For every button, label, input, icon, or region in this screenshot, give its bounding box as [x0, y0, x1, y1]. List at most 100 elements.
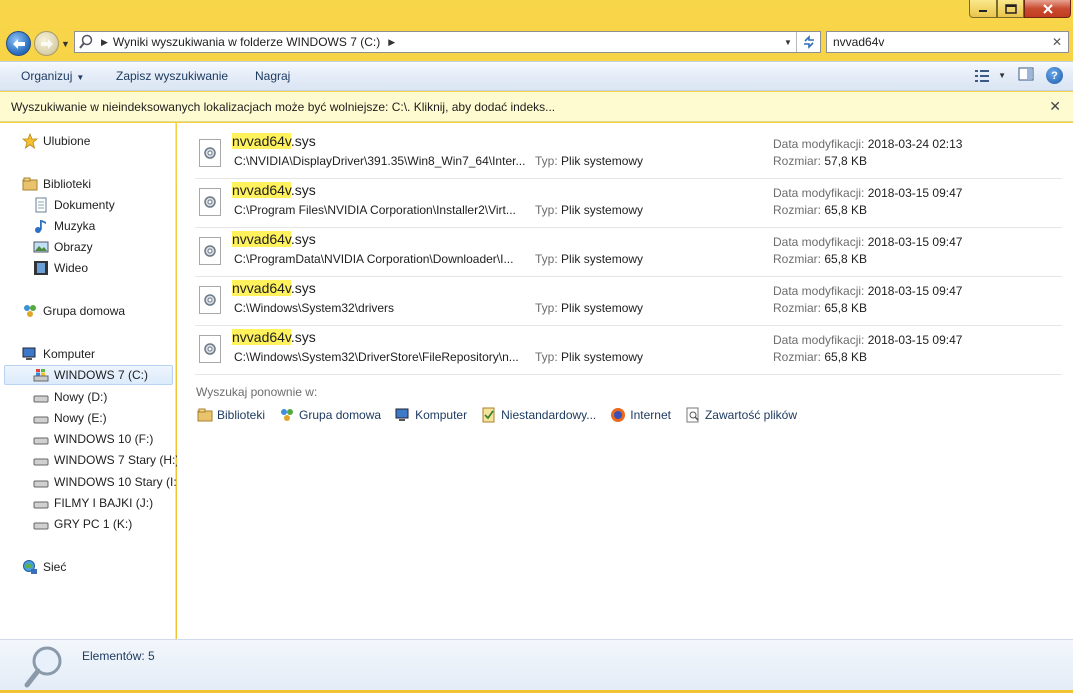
- preview-pane-button[interactable]: [1018, 67, 1034, 84]
- search-results-pane: nvvad64v.sys C:\NVIDIA\DisplayDriver\391.…: [177, 123, 1073, 639]
- nav-drive-e[interactable]: Nowy (E:): [33, 408, 107, 428]
- burn-button[interactable]: Nagraj: [255, 69, 290, 83]
- info-bar-close-icon[interactable]: ✕: [1049, 98, 1061, 115]
- nav-computer-label: Komputer: [43, 347, 96, 361]
- close-icon: [1042, 3, 1053, 14]
- file-size-value: 57,8 KB: [824, 154, 868, 168]
- nav-drive-c-label: WINDOWS 7 (C:): [54, 368, 148, 382]
- star-icon: [22, 133, 38, 149]
- file-size-value: 65,8 KB: [824, 252, 868, 266]
- file-name-match: nvvad64v: [232, 280, 291, 296]
- drive-icon: [33, 410, 49, 426]
- search-again-custom[interactable]: Niestandardowy...: [481, 407, 596, 423]
- search-again-file-contents[interactable]: Zawartość plików: [685, 407, 797, 423]
- recent-pages-dropdown[interactable]: ▼: [61, 39, 70, 49]
- nav-drive-j[interactable]: FILMY I BAJKI (J:): [33, 493, 153, 513]
- search-again-custom-label: Niestandardowy...: [501, 408, 597, 422]
- organize-button[interactable]: Organizuj ▼: [21, 69, 84, 83]
- clear-search-icon[interactable]: ✕: [1052, 35, 1062, 49]
- caption-buttons: [969, 0, 1071, 18]
- size-label: Rozmiar:: [773, 252, 822, 266]
- homegroup-icon: [279, 407, 295, 423]
- refresh-button[interactable]: [796, 32, 820, 52]
- file-contents-icon: [685, 407, 701, 423]
- nav-homegroup[interactable]: Grupa domowa: [22, 301, 125, 321]
- drive-icon: [33, 516, 49, 532]
- homegroup-icon: [22, 303, 38, 319]
- file-name[interactable]: nvvad64v.sys: [232, 280, 316, 296]
- system-file-icon: [199, 139, 221, 167]
- nav-videos[interactable]: Wideo: [33, 258, 88, 278]
- result-row[interactable]: nvvad64v.sys C:\NVIDIA\DisplayDriver\391.…: [195, 131, 1062, 179]
- modified-label: Data modyfikacji:: [773, 284, 865, 298]
- info-bar[interactable]: Wyszukiwanie w nieindeksowanych lokaliza…: [0, 92, 1073, 122]
- system-file-icon: [199, 237, 221, 265]
- search-again-homegroup[interactable]: Grupa domowa: [279, 407, 381, 423]
- file-size: Rozmiar: 57,8 KB: [773, 154, 867, 168]
- nav-documents-label: Dokumenty: [54, 198, 115, 212]
- file-modified: Data modyfikacji: 2018-03-24 02:13: [773, 137, 962, 151]
- breadcrumb-chevron-icon[interactable]: ▶: [388, 37, 395, 48]
- file-name[interactable]: nvvad64v.sys: [232, 231, 316, 247]
- nav-documents[interactable]: Dokumenty: [33, 195, 115, 215]
- back-button[interactable]: [6, 31, 31, 56]
- result-row[interactable]: nvvad64v.sys C:\Windows\System32\DriverSt…: [195, 327, 1062, 375]
- file-name[interactable]: nvvad64v.sys: [232, 329, 316, 345]
- nav-drive-i[interactable]: WINDOWS 10 Stary (I:): [33, 472, 181, 492]
- nav-drive-d[interactable]: Nowy (D:): [33, 387, 107, 407]
- result-row[interactable]: nvvad64v.sys C:\Windows\System32\drivers T…: [195, 278, 1062, 326]
- library-icon: [22, 176, 38, 192]
- drive-icon: [33, 495, 49, 511]
- command-bar: Organizuj ▼ Zapisz wyszukiwanie Nagraj ▼ …: [0, 61, 1073, 91]
- search-again-list: Biblioteki Grupa domowa Komputer Niestan…: [197, 407, 811, 423]
- result-row[interactable]: nvvad64v.sys C:\Program Files\NVIDIA Corp…: [195, 180, 1062, 228]
- file-name-match: nvvad64v: [232, 182, 291, 198]
- minimize-button[interactable]: [969, 0, 997, 18]
- file-modified-value: 2018-03-15 09:47: [867, 235, 963, 249]
- drive-icon: [33, 431, 49, 447]
- help-icon[interactable]: ?: [1046, 67, 1063, 84]
- address-dropdown-icon[interactable]: ▼: [781, 32, 795, 52]
- item-count: Elementów: 5: [82, 649, 155, 663]
- file-path: C:\NVIDIA\DisplayDriver\391.35\Win8_Win7…: [234, 154, 526, 168]
- network-icon: [22, 559, 38, 575]
- file-type-value: Plik systemowy: [561, 350, 644, 364]
- search-again-computer[interactable]: Komputer: [395, 407, 467, 423]
- search-again-libraries[interactable]: Biblioteki: [197, 407, 265, 423]
- breadcrumb-search-results[interactable]: Wyniki wyszukiwania w folderze WINDOWS 7…: [113, 35, 380, 49]
- file-name[interactable]: nvvad64v.sys: [232, 182, 316, 198]
- result-row[interactable]: nvvad64v.sys C:\ProgramData\NVIDIA Corpor…: [195, 229, 1062, 277]
- save-search-button[interactable]: Zapisz wyszukiwanie: [116, 69, 228, 83]
- view-controls: ▼ ?: [974, 67, 1063, 84]
- nav-drive-k[interactable]: GRY PC 1 (K:): [33, 514, 132, 534]
- close-button[interactable]: [1024, 0, 1071, 18]
- organize-label: Organizuj: [21, 69, 73, 83]
- nav-music[interactable]: Muzyka: [33, 216, 95, 236]
- nav-drive-f[interactable]: WINDOWS 10 (F:): [33, 429, 153, 449]
- nav-favorites[interactable]: Ulubione: [22, 131, 90, 151]
- size-label: Rozmiar:: [773, 203, 822, 217]
- file-name-match: nvvad64v: [232, 231, 291, 247]
- nav-pictures[interactable]: Obrazy: [33, 237, 93, 257]
- info-bar-text[interactable]: Wyszukiwanie w nieindeksowanych lokaliza…: [11, 100, 555, 114]
- nav-network[interactable]: Sieć: [22, 557, 66, 577]
- search-input[interactable]: nvvad64v ✕: [826, 31, 1069, 53]
- nav-drive-k-label: GRY PC 1 (K:): [54, 517, 133, 531]
- refresh-icon: [803, 35, 814, 49]
- forward-button[interactable]: [34, 31, 59, 56]
- nav-homegroup-label: Grupa domowa: [43, 304, 126, 318]
- maximize-button[interactable]: [997, 0, 1024, 18]
- nav-drive-d-label: Nowy (D:): [54, 390, 108, 404]
- file-modified: Data modyfikacji: 2018-03-15 09:47: [773, 284, 962, 298]
- nav-computer[interactable]: Komputer: [22, 344, 95, 364]
- search-again-internet[interactable]: Internet: [610, 407, 671, 423]
- nav-drive-c[interactable]: WINDOWS 7 (C:): [4, 365, 173, 385]
- breadcrumb-separator-icon[interactable]: ▶: [101, 37, 108, 48]
- size-label: Rozmiar:: [773, 301, 822, 315]
- file-modified: Data modyfikacji: 2018-03-15 09:47: [773, 333, 962, 347]
- change-view-button[interactable]: ▼: [974, 69, 1006, 83]
- nav-libraries[interactable]: Biblioteki: [22, 174, 91, 194]
- nav-drive-h[interactable]: WINDOWS 7 Stary (H:): [33, 450, 179, 470]
- file-name[interactable]: nvvad64v.sys: [232, 133, 316, 149]
- address-bar[interactable]: ▶ Wyniki wyszukiwania w folderze WINDOWS…: [74, 31, 821, 53]
